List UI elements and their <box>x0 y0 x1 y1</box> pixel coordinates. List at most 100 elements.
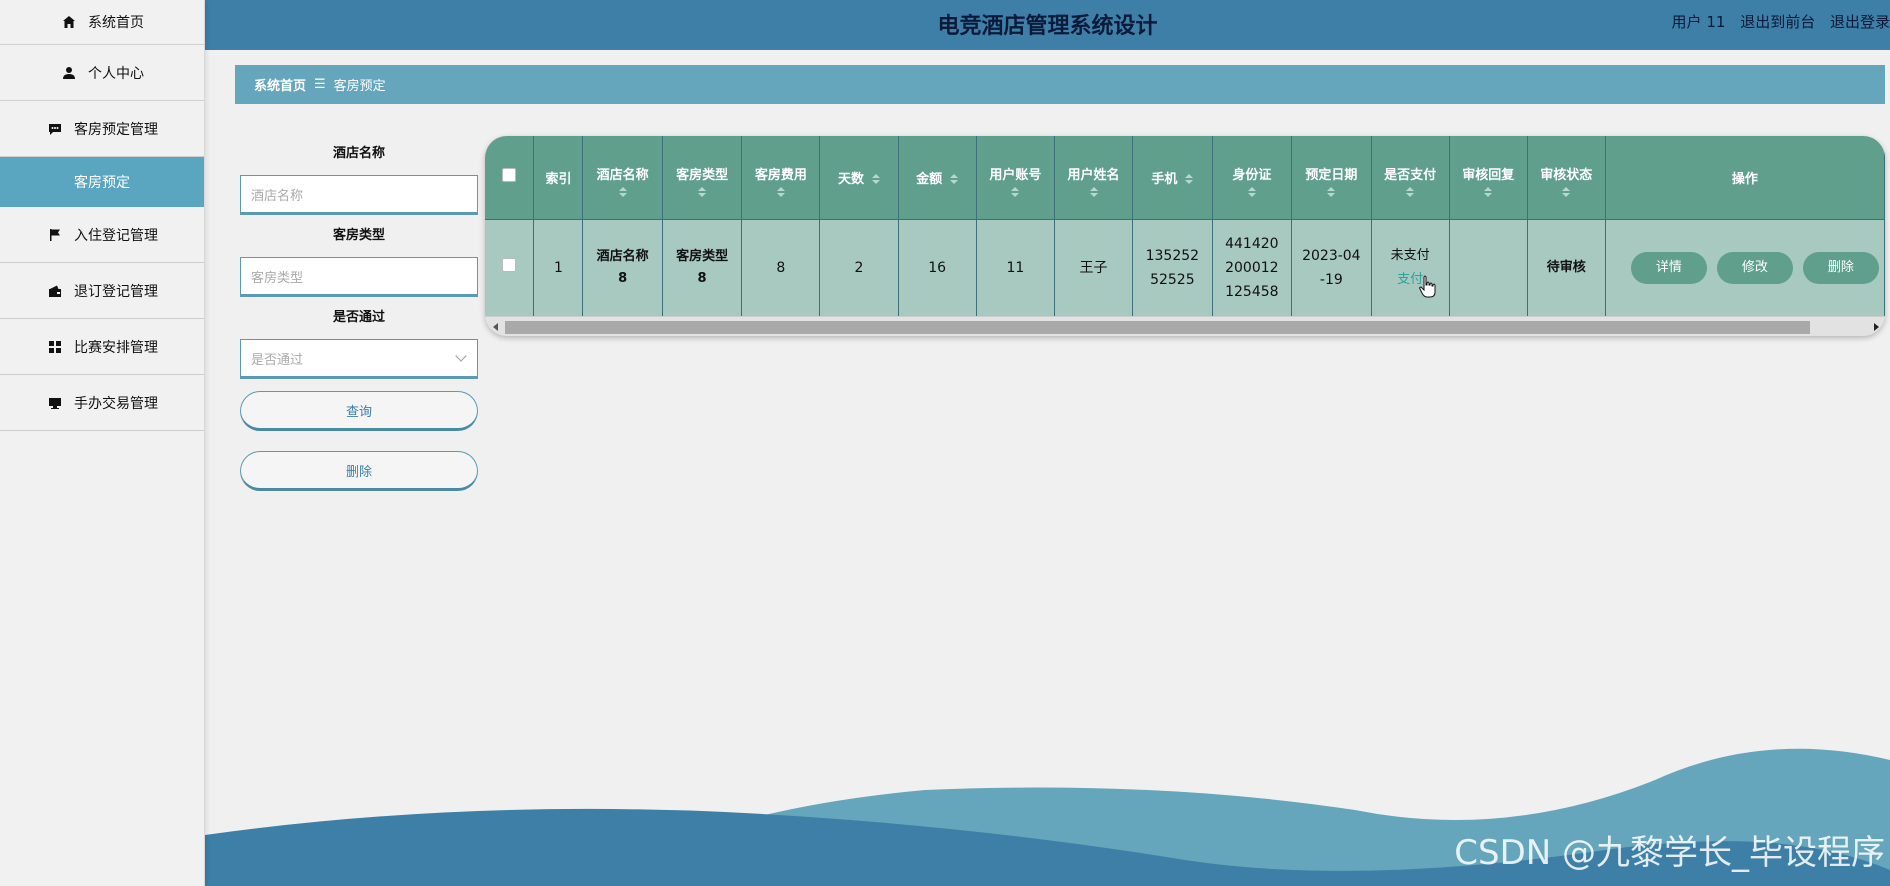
horizontal-scrollbar[interactable] <box>485 316 1885 336</box>
sort-icon <box>950 174 959 185</box>
grid-icon <box>46 338 64 356</box>
col-reply[interactable]: 审核回复 <box>1449 136 1528 219</box>
cell-room-fee: 8 <box>741 218 821 316</box>
scroll-left-icon[interactable] <box>493 323 498 331</box>
sort-icon <box>1406 186 1415 197</box>
flag-icon <box>46 226 64 244</box>
sort-icon <box>1562 186 1571 197</box>
sidebar-item-label: 比赛安排管理 <box>74 339 158 356</box>
room-type-label: 客房类型 <box>332 228 385 243</box>
cell-id-card: 441420200012125458 <box>1212 218 1293 316</box>
wallet-icon <box>46 282 64 300</box>
user-icon <box>60 64 78 82</box>
sidebar-item-home[interactable]: 系统首页 <box>0 0 204 45</box>
cell-username: 王子 <box>1054 218 1134 316</box>
sidebar-item-label: 手办交易管理 <box>74 395 158 412</box>
sort-icon <box>618 186 627 197</box>
col-account[interactable]: 用户账号 <box>976 136 1055 219</box>
home-icon <box>60 13 78 31</box>
logout-link[interactable]: 退出登录 <box>1830 13 1890 31</box>
cell-room-type: 客房类型8 <box>662 218 743 316</box>
sidebar-item-label: 客房预定管理 <box>74 121 158 138</box>
select-all-checkbox[interactable] <box>485 136 535 219</box>
delete-button[interactable]: 删除 <box>240 451 478 491</box>
col-index: 索引 <box>533 136 584 219</box>
col-amount[interactable]: 金额 <box>898 136 977 219</box>
col-paid[interactable]: 是否支付 <box>1371 136 1450 219</box>
sort-icon <box>698 186 707 197</box>
search-form: 酒店名称 酒店名称 客房类型 客房类型 是否通过 是否通过 查询 删除 <box>240 145 478 491</box>
row-checkbox[interactable] <box>485 218 535 316</box>
sort-icon <box>1327 186 1336 197</box>
top-header: 电竞酒店管理系统设计 用户 11 退出到前台 退出登录 <box>205 0 1890 50</box>
cell-status: 待审核 <box>1527 218 1606 316</box>
sort-icon <box>1089 186 1098 197</box>
sort-icon <box>871 174 880 185</box>
cell-hotel-name: 酒店名称8 <box>582 218 663 316</box>
sidebar-item-figure-trade[interactable]: 手办交易管理 <box>0 375 204 431</box>
col-id-card[interactable]: 身份证 <box>1212 136 1293 219</box>
cell-reply <box>1449 218 1528 316</box>
cell-days: 2 <box>819 218 899 316</box>
col-username[interactable]: 用户姓名 <box>1054 136 1134 219</box>
sidebar-item-cancellation[interactable]: 退订登记管理 <box>0 263 204 319</box>
room-type-input[interactable]: 客房类型 <box>240 257 478 297</box>
edit-button[interactable]: 修改 <box>1716 251 1793 284</box>
sidebar-item-booking[interactable]: 客房预定 <box>0 157 204 207</box>
chevron-down-icon <box>455 350 467 362</box>
hand-cursor-icon <box>1418 275 1438 303</box>
cell-index: 1 <box>533 218 584 316</box>
col-days[interactable]: 天数 <box>819 136 899 219</box>
is-approved-select[interactable]: 是否通过 <box>240 339 478 379</box>
header-actions: 用户 11 退出到前台 退出登录 <box>1662 11 1890 32</box>
monitor-icon <box>46 394 64 412</box>
cell-actions: 详情 修改 删除 <box>1605 218 1885 316</box>
table-row: 1 酒店名称8 客房类型8 8 2 16 11 王子 13525252525 4… <box>485 218 1885 316</box>
sidebar-item-label: 个人中心 <box>88 65 144 82</box>
cell-phone: 13525252525 <box>1132 218 1213 316</box>
col-room-type[interactable]: 客房类型 <box>662 136 743 219</box>
cell-date: 2023-04-19 <box>1291 218 1372 316</box>
sidebar-item-label: 系统首页 <box>88 15 144 31</box>
sidebar: 系统首页 个人中心 客房预定管理 客房预定 入住登记管理 退订登记管理 比赛安排… <box>0 0 205 886</box>
detail-button[interactable]: 详情 <box>1630 251 1707 284</box>
table-header-row: 索引 酒店名称 客房类型 客房费用 天数 金额 用户账号 用户姓名 手机 身份证… <box>485 136 1885 219</box>
hotel-name-input[interactable]: 酒店名称 <box>240 175 478 215</box>
sidebar-item-booking-mgmt[interactable]: 客房预定管理 <box>0 101 204 157</box>
breadcrumb-separator-icon: ☰ <box>314 77 326 92</box>
sidebar-item-label: 入住登记管理 <box>74 227 158 244</box>
col-phone[interactable]: 手机 <box>1132 136 1213 219</box>
sidebar-item-label: 退订登记管理 <box>74 283 158 300</box>
scroll-thumb[interactable] <box>505 321 1810 334</box>
hotel-name-label: 酒店名称 <box>332 146 385 161</box>
col-hotel-name[interactable]: 酒店名称 <box>582 136 663 219</box>
watermark: CSDN @九黎学长_毕设程序 <box>1454 833 1885 873</box>
is-approved-label: 是否通过 <box>332 310 385 325</box>
col-status[interactable]: 审核状态 <box>1527 136 1606 219</box>
breadcrumb-home[interactable]: 系统首页 <box>254 75 306 94</box>
col-actions: 操作 <box>1605 136 1885 219</box>
sort-icon <box>1484 186 1493 197</box>
page-title: 电竞酒店管理系统设计 <box>937 14 1158 39</box>
row-delete-button[interactable]: 删除 <box>1802 251 1879 284</box>
booking-table: 索引 酒店名称 客房类型 客房费用 天数 金额 用户账号 用户姓名 手机 身份证… <box>485 136 1885 336</box>
cell-account: 11 <box>976 218 1055 316</box>
back-to-front-link[interactable]: 退出到前台 <box>1740 13 1815 31</box>
col-room-fee[interactable]: 客房费用 <box>741 136 821 219</box>
sort-icon <box>1185 174 1194 185</box>
sidebar-item-checkin[interactable]: 入住登记管理 <box>0 207 204 263</box>
sidebar-item-label: 客房预定 <box>74 175 130 191</box>
current-user: 用户 11 <box>1671 13 1726 31</box>
query-button[interactable]: 查询 <box>240 391 478 431</box>
sort-icon <box>1247 186 1256 197</box>
scroll-right-icon[interactable] <box>1874 323 1879 331</box>
col-date[interactable]: 预定日期 <box>1291 136 1372 219</box>
sidebar-item-profile[interactable]: 个人中心 <box>0 45 204 101</box>
sort-icon <box>776 186 785 197</box>
breadcrumb-current: 客房预定 <box>333 79 386 94</box>
breadcrumb: 系统首页 ☰ 客房预定 <box>235 65 1885 104</box>
chat-icon <box>46 120 64 138</box>
sidebar-item-match[interactable]: 比赛安排管理 <box>0 319 204 375</box>
cell-amount: 16 <box>898 218 977 316</box>
sort-icon <box>1011 186 1020 197</box>
